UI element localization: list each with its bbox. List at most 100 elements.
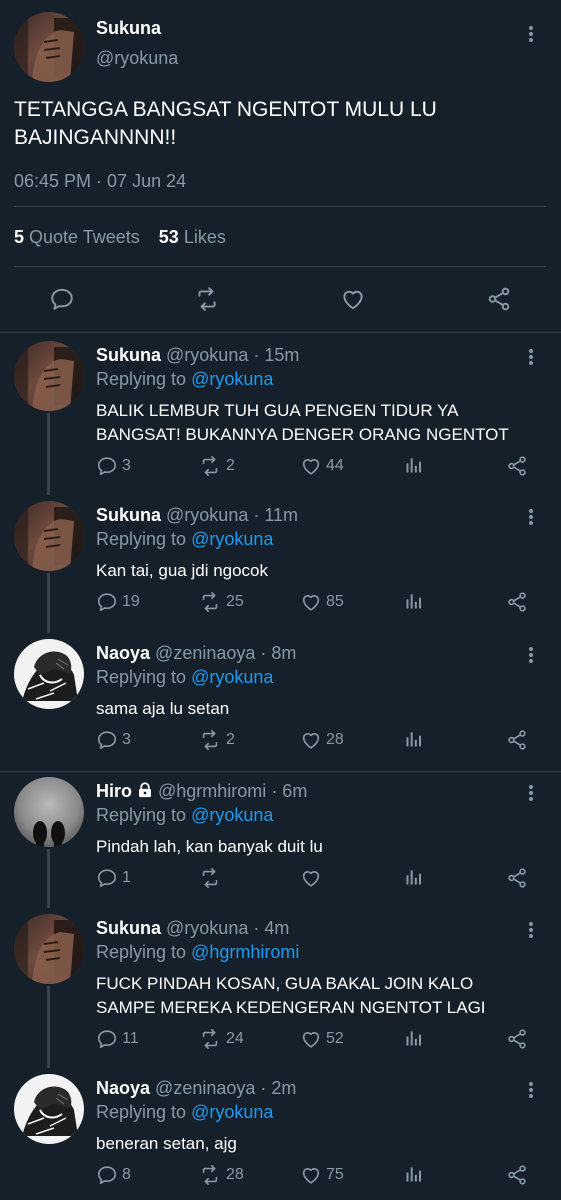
more-icon[interactable]: [526, 645, 536, 665]
author-name[interactable]: Hiro: [96, 781, 132, 801]
like-icon[interactable]: [300, 867, 322, 889]
author-name[interactable]: Sukuna: [96, 918, 161, 938]
reply-action[interactable]: 19: [96, 591, 140, 613]
reply-icon[interactable]: [96, 591, 118, 613]
like-action[interactable]: 44: [300, 455, 344, 477]
analytics-action[interactable]: [404, 1028, 424, 1048]
like-icon[interactable]: [300, 591, 322, 613]
retweet-icon[interactable]: [198, 867, 222, 889]
avatar[interactable]: [14, 914, 84, 984]
more-icon[interactable]: [526, 347, 536, 367]
analytics-icon[interactable]: [404, 455, 424, 475]
reply-action[interactable]: 3: [96, 729, 131, 751]
retweet-icon[interactable]: [198, 1028, 222, 1050]
reply-icon[interactable]: [96, 455, 118, 477]
author-handle[interactable]: @hgrmhiromi: [158, 781, 266, 801]
reply-tweet[interactable]: Sukuna @ryokuna · 11m Replying to @ryokun…: [0, 495, 561, 633]
replying-to-link[interactable]: @ryokuna: [191, 1102, 273, 1122]
replying-to-link[interactable]: @ryokuna: [191, 369, 273, 389]
share-icon[interactable]: [506, 591, 528, 613]
share-action[interactable]: [506, 1028, 528, 1050]
share-action[interactable]: [506, 867, 528, 889]
avatar[interactable]: [14, 12, 84, 82]
like-action[interactable]: 28: [300, 729, 344, 751]
retweet-action[interactable]: 2: [198, 729, 235, 751]
analytics-action[interactable]: [404, 729, 424, 749]
share-icon[interactable]: [482, 282, 516, 316]
retweet-action[interactable]: 24: [198, 1028, 244, 1050]
reply-tweet[interactable]: Naoya @zeninaoya · 8m Replying to @ryokun…: [0, 633, 561, 771]
reply-icon[interactable]: [96, 1028, 118, 1050]
replying-to-link[interactable]: @ryokuna: [191, 529, 273, 549]
like-icon[interactable]: [300, 1164, 322, 1186]
avatar[interactable]: [14, 639, 84, 709]
share-action[interactable]: [506, 1164, 528, 1186]
retweet-action[interactable]: 25: [198, 591, 244, 613]
more-icon[interactable]: [526, 920, 536, 940]
reply-icon[interactable]: [96, 867, 118, 889]
retweet-icon[interactable]: [190, 282, 224, 316]
share-icon[interactable]: [506, 455, 528, 477]
analytics-icon[interactable]: [404, 729, 424, 749]
author-name[interactable]: Naoya: [96, 1078, 150, 1098]
reply-tweet[interactable]: Naoya @zeninaoya · 2m Replying to @ryokun…: [0, 1068, 561, 1200]
share-icon[interactable]: [506, 867, 528, 889]
share-icon[interactable]: [506, 1164, 528, 1186]
like-icon[interactable]: [300, 729, 322, 751]
retweet-action[interactable]: [198, 867, 226, 889]
analytics-icon[interactable]: [404, 867, 424, 887]
reply-action[interactable]: 11: [96, 1028, 139, 1050]
share-icon[interactable]: [506, 1028, 528, 1050]
like-icon[interactable]: [300, 455, 322, 477]
retweet-icon[interactable]: [198, 1164, 222, 1186]
reply-icon[interactable]: [96, 729, 118, 751]
reply-tweet[interactable]: Hiro @hgrmhiromi · 6m Replying to @ryokuna…: [0, 771, 561, 908]
reply-action[interactable]: 3: [96, 455, 131, 477]
share-action[interactable]: [506, 729, 528, 751]
more-icon[interactable]: [526, 783, 536, 803]
like-action[interactable]: 52: [300, 1028, 344, 1050]
like-action[interactable]: 75: [300, 1164, 344, 1186]
reply-tweet[interactable]: Sukuna @ryokuna · 4m Replying to @hgrmhir…: [0, 908, 561, 1068]
replying-to-link[interactable]: @ryokuna: [191, 667, 273, 687]
author-name[interactable]: Sukuna: [96, 505, 161, 525]
reply-icon[interactable]: [96, 1164, 118, 1186]
reply-action[interactable]: 8: [96, 1164, 131, 1186]
retweet-icon[interactable]: [198, 455, 222, 477]
more-icon[interactable]: [526, 507, 536, 527]
like-icon[interactable]: [336, 282, 370, 316]
author-name[interactable]: Sukuna: [96, 345, 161, 365]
author-handle[interactable]: @zeninaoya: [155, 1078, 255, 1098]
like-action[interactable]: [300, 867, 326, 889]
retweet-action[interactable]: 28: [198, 1164, 244, 1186]
author-handle[interactable]: @ryokuna: [166, 345, 248, 365]
more-icon[interactable]: [526, 24, 536, 44]
reply-icon[interactable]: [45, 282, 79, 316]
retweet-action[interactable]: 2: [198, 455, 235, 477]
avatar[interactable]: [14, 341, 84, 411]
analytics-action[interactable]: [404, 591, 424, 611]
quote-tweets-stat[interactable]: 5 Quote Tweets: [14, 227, 140, 247]
author-handle[interactable]: @zeninaoya: [155, 643, 255, 663]
more-icon[interactable]: [526, 1080, 536, 1100]
likes-stat[interactable]: 53 Likes: [159, 227, 226, 247]
reply-tweet[interactable]: Sukuna @ryokuna · 15m Replying to @ryokun…: [0, 335, 561, 495]
analytics-action[interactable]: [404, 1164, 424, 1184]
analytics-icon[interactable]: [404, 1028, 424, 1048]
avatar[interactable]: [14, 777, 84, 847]
retweet-icon[interactable]: [198, 591, 222, 613]
share-icon[interactable]: [506, 729, 528, 751]
author-name[interactable]: Sukuna: [96, 18, 161, 39]
retweet-icon[interactable]: [198, 729, 222, 751]
author-handle[interactable]: @ryokuna: [166, 505, 248, 525]
analytics-action[interactable]: [404, 867, 424, 887]
author-handle[interactable]: @ryokuna: [166, 918, 248, 938]
like-icon[interactable]: [300, 1028, 322, 1050]
replying-to-link[interactable]: @hgrmhiromi: [191, 942, 299, 962]
author-handle[interactable]: @ryokuna: [96, 48, 178, 69]
avatar[interactable]: [14, 501, 84, 571]
analytics-icon[interactable]: [404, 591, 424, 611]
replying-to-link[interactable]: @ryokuna: [191, 805, 273, 825]
avatar[interactable]: [14, 1074, 84, 1144]
analytics-action[interactable]: [404, 455, 424, 475]
